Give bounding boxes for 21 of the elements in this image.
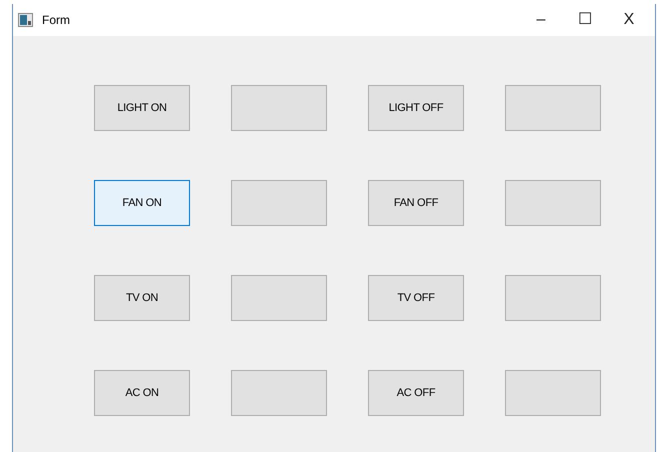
form-button[interactable]: AC OFF <box>368 370 464 416</box>
form-button[interactable]: FAN ON <box>94 180 190 226</box>
blank-button[interactable] <box>231 275 327 321</box>
blank-button[interactable] <box>231 180 327 226</box>
blank-button[interactable] <box>231 85 327 131</box>
blank-button[interactable] <box>505 275 601 321</box>
form-button[interactable]: TV OFF <box>368 275 464 321</box>
close-button[interactable]: X <box>607 5 651 35</box>
form-button[interactable]: LIGHT OFF <box>368 85 464 131</box>
form-button[interactable]: AC ON <box>94 370 190 416</box>
form-button[interactable]: TV ON <box>94 275 190 321</box>
maximize-button[interactable]: ☐ <box>563 5 607 35</box>
form-button[interactable]: LIGHT ON <box>94 85 190 131</box>
form-button[interactable]: FAN OFF <box>368 180 464 226</box>
window-title: Form <box>42 12 70 29</box>
minimize-button[interactable]: – <box>519 5 563 35</box>
app-icon <box>18 13 33 27</box>
blank-button[interactable] <box>505 370 601 416</box>
blank-button[interactable] <box>505 85 601 131</box>
blank-button[interactable] <box>231 370 327 416</box>
blank-button[interactable] <box>505 180 601 226</box>
